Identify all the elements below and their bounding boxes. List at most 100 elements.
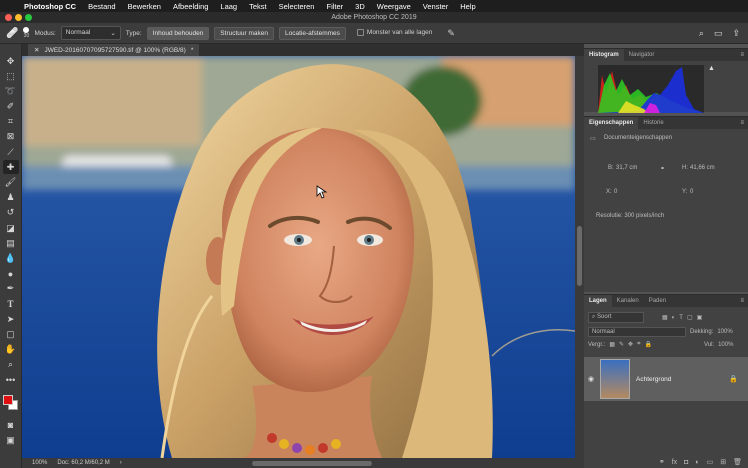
blur-tool-icon[interactable]: 💧 [3, 251, 19, 265]
quick-select-tool-icon[interactable]: ✐ [3, 100, 19, 114]
filter-smart-icon[interactable]: ▣ [697, 314, 703, 321]
menu-venster[interactable]: Venster [417, 2, 454, 11]
tab-paths[interactable]: Paden [644, 295, 671, 307]
link-icon[interactable]: ⚭ [660, 165, 665, 172]
hand-tool-icon[interactable]: ✋ [3, 343, 19, 357]
layer-style-icon[interactable]: fx [672, 459, 677, 466]
gradient-tool-icon[interactable]: ▤ [3, 236, 19, 250]
screen-mode-icon[interactable]: ▣ [3, 433, 19, 447]
lasso-tool-icon[interactable]: ➰ [3, 84, 19, 98]
menu-3d[interactable]: 3D [349, 2, 371, 11]
more-tools-icon[interactable]: ••• [3, 373, 19, 387]
menu-help[interactable]: Help [454, 2, 481, 11]
menu-tekst[interactable]: Tekst [243, 2, 273, 11]
sample-all-layers-checkbox[interactable]: Monster van alle lagen [356, 29, 432, 37]
width-value[interactable]: 31,7 cm [616, 165, 637, 171]
x-value[interactable]: 0 [614, 189, 617, 195]
scroll-thumb[interactable] [577, 226, 582, 286]
brush-tool-icon[interactable]: 🖌 [3, 176, 19, 190]
menu-bestand[interactable]: Bestand [82, 2, 122, 11]
menu-weergave[interactable]: Weergave [371, 2, 417, 11]
workspace-icon[interactable]: ▭ [714, 28, 723, 39]
new-group-icon[interactable]: ▭ [707, 458, 714, 466]
lock-move-icon[interactable]: ✥ [628, 341, 633, 348]
history-brush-tool-icon[interactable]: ↺ [3, 206, 19, 220]
healing-brush-tool-icon[interactable]: 🩹 [6, 28, 18, 39]
lock-paint-icon[interactable]: ✎ [619, 341, 624, 348]
tab-histogram[interactable]: Histogram [584, 49, 624, 61]
proximity-match-button[interactable]: Locatie-afstemmes [278, 26, 346, 40]
menu-afbeelding[interactable]: Afbeelding [167, 2, 214, 11]
healing-brush-tool-icon[interactable]: ✚ [2, 160, 19, 175]
lock-icon[interactable]: 🔒 [729, 375, 738, 383]
filter-pixel-icon[interactable]: ▦ [662, 314, 668, 321]
menu-app[interactable]: Photoshop CC [18, 2, 82, 11]
frame-tool-icon[interactable]: ⊠ [3, 130, 19, 144]
tab-navigator[interactable]: Navigator [624, 49, 660, 61]
panel-menu-icon[interactable]: ≡ [740, 49, 748, 61]
doc-info[interactable]: Doc: 60,2 M/60,2 M [57, 460, 109, 466]
height-value[interactable]: 41,66 cm [690, 165, 715, 171]
zoom-level[interactable]: 100% [32, 460, 47, 466]
brush-preset-picker[interactable]: 30 [23, 27, 30, 39]
zoom-window-button[interactable] [25, 14, 32, 21]
filter-type-icon[interactable]: T [679, 315, 683, 321]
menu-filter[interactable]: Filter [320, 2, 349, 11]
new-layer-icon[interactable]: ⊞ [720, 458, 726, 466]
crop-tool-icon[interactable]: ⌗ [3, 115, 19, 129]
marquee-tool-icon[interactable]: ⬚ [3, 69, 19, 83]
create-texture-button[interactable]: Structuur maken [214, 26, 274, 40]
pen-tool-icon[interactable]: ✒ [3, 282, 19, 296]
adjustment-layer-icon[interactable]: ◐ [695, 459, 699, 466]
lock-all-icon[interactable]: 🔒 [644, 341, 651, 348]
path-select-tool-icon[interactable]: ➤ [3, 312, 19, 326]
menu-selecteren[interactable]: Selecteren [273, 2, 321, 11]
color-swatches[interactable] [2, 394, 20, 412]
minimize-window-button[interactable] [15, 14, 22, 21]
dodge-tool-icon[interactable]: ● [3, 267, 19, 281]
filter-shape-icon[interactable]: ▢ [687, 314, 693, 321]
panel-menu-icon[interactable]: ≡ [740, 295, 748, 307]
add-mask-icon[interactable]: ◘ [684, 459, 688, 466]
eraser-tool-icon[interactable]: ◪ [3, 221, 19, 235]
vertical-scrollbar[interactable] [575, 56, 584, 458]
pressure-brush-icon[interactable]: ✎ [447, 28, 455, 39]
mode-select[interactable]: Normaal ⌄ [60, 26, 121, 40]
horizontal-scrollbar[interactable] [251, 460, 372, 466]
tab-history[interactable]: Historie [638, 117, 668, 129]
content-aware-button[interactable]: Inhoud behouden [146, 26, 210, 40]
visibility-eye-icon[interactable]: ◉ [588, 375, 594, 383]
layer-name[interactable]: Achtergrond [636, 376, 671, 383]
delete-layer-icon[interactable]: 🗑 [733, 458, 742, 466]
quick-mask-icon[interactable]: ◙ [3, 418, 19, 432]
eyedropper-tool-icon[interactable]: ⟋ [3, 145, 19, 159]
tab-properties[interactable]: Eigenschappen [584, 117, 639, 129]
clone-stamp-tool-icon[interactable]: ♟ [3, 191, 19, 205]
opacity-value[interactable]: 100% [717, 329, 732, 335]
move-tool-icon[interactable]: ✥ [3, 54, 19, 68]
menu-laag[interactable]: Laag [214, 2, 243, 11]
close-icon[interactable]: ✕ [34, 46, 39, 54]
filter-adjust-icon[interactable]: ◐ [672, 315, 676, 321]
link-layers-icon[interactable]: ⚭ [659, 458, 665, 466]
lock-artboard-icon[interactable]: ⌗ [637, 341, 640, 348]
panel-menu-icon[interactable]: ≡ [740, 117, 748, 129]
menu-bewerken[interactable]: Bewerken [122, 2, 167, 11]
tab-layers[interactable]: Lagen [584, 295, 612, 307]
type-tool-icon[interactable]: T [3, 297, 19, 311]
layer-row[interactable]: ◉ Achtergrond 🔒 [584, 357, 748, 401]
lock-pixels-icon[interactable]: ▦ [609, 341, 615, 348]
zoom-tool-icon[interactable]: ⌕ [3, 358, 19, 372]
layer-search-field[interactable]: ⌕ Soort [588, 312, 644, 323]
document-tab[interactable]: ✕ JWED-20160707095727590.tif @ 100% (RGB… [28, 44, 200, 56]
blend-mode-select[interactable]: Normaal [588, 327, 686, 337]
search-icon[interactable]: ⌕ [699, 28, 704, 39]
share-icon[interactable]: ⇪ [732, 28, 740, 39]
expand-arrow-icon[interactable]: › [120, 460, 122, 466]
foreground-color-swatch[interactable] [2, 395, 13, 406]
tab-channels[interactable]: Kanalen [612, 295, 644, 307]
document-canvas[interactable] [22, 56, 575, 458]
shape-tool-icon[interactable]: ▢ [3, 327, 19, 341]
close-window-button[interactable] [5, 14, 12, 21]
y-value[interactable]: 0 [690, 189, 693, 195]
